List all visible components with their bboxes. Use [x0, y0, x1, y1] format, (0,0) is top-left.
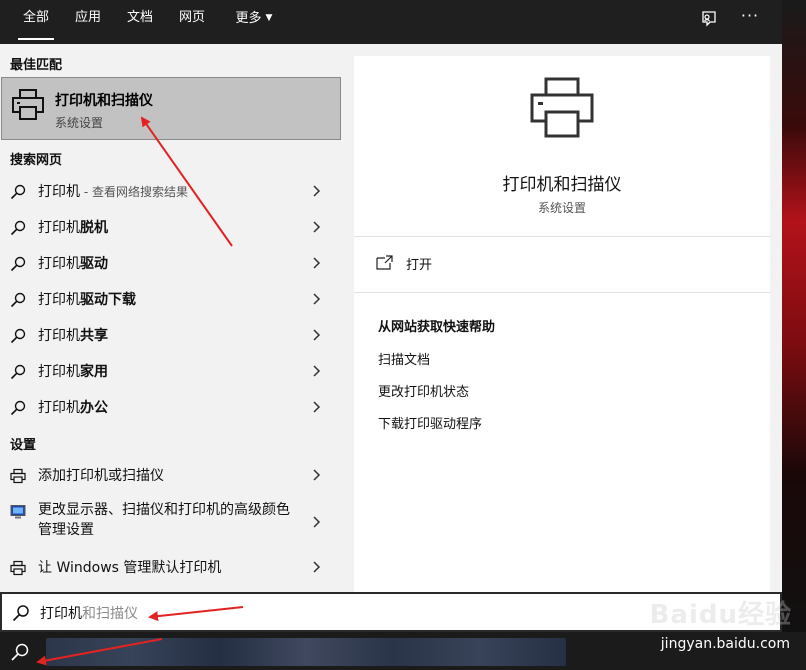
chevron-right-icon[interactable] [310, 399, 322, 415]
search-icon [12, 605, 29, 622]
web-suggestion-item[interactable]: 打印机办公 [0, 389, 342, 425]
suggestion-text: 打印机办公 [38, 400, 108, 416]
best-match-title: 打印机和扫描仪 [55, 93, 153, 109]
help-section-title: 从网站获取快速帮助 [378, 320, 496, 335]
settings-item-label: 添加打印机或扫描仪 [38, 468, 164, 484]
divider [354, 236, 770, 237]
chevron-right-icon[interactable] [310, 467, 322, 483]
search-autocomplete-ghost: 和扫描仪 [82, 606, 138, 622]
search-scope-tabs: 全部 应用 文档 网页 更多 ▼ ··· [0, 0, 782, 44]
best-match-item[interactable]: 打印机和扫描仪 系统设置 [1, 77, 341, 140]
printer-icon [10, 468, 26, 484]
search-icon [10, 184, 26, 200]
settings-item-default-printer[interactable]: 让 Windows 管理默认打印机 [0, 549, 342, 585]
preview-card: 打印机和扫描仪 系统设置 打开 从网站获取快速帮助 扫描文档 更改打印机状态 下… [354, 56, 770, 592]
best-match-subtitle: 系统设置 [55, 116, 104, 130]
preview-title: 打印机和扫描仪 [502, 175, 622, 195]
chevron-right-icon[interactable] [310, 363, 322, 379]
tab-apps[interactable]: 应用 [66, 0, 110, 44]
watermark-url: jingyan.baidu.com [660, 636, 790, 652]
search-icon[interactable] [10, 642, 30, 662]
search-typed-text: 打印机 [40, 606, 82, 622]
chevron-right-icon[interactable] [310, 255, 322, 271]
printer-icon [10, 87, 46, 123]
chevron-right-icon[interactable] [310, 327, 322, 343]
settings-item-add-printer[interactable]: 添加打印机或扫描仪 [0, 457, 342, 493]
help-link-scan-document[interactable]: 扫描文档 [378, 349, 430, 368]
chevron-right-icon[interactable] [310, 291, 322, 307]
tab-label: 应用 [74, 10, 101, 25]
monitor-icon [10, 505, 26, 519]
search-icon [10, 220, 26, 236]
chevron-right-icon[interactable] [310, 514, 322, 530]
tab-more[interactable]: 更多 ▼ [222, 0, 286, 44]
preview-subtitle: 系统设置 [537, 201, 586, 215]
suggestion-text: 打印机家用 [38, 364, 108, 380]
help-link-printer-status[interactable]: 更改打印机状态 [378, 381, 469, 400]
tab-all[interactable]: 全部 [12, 0, 60, 44]
watermark-brand: Baidu经验 [649, 600, 792, 630]
taskbar-apps-blurred [46, 638, 566, 666]
tab-web[interactable]: 网页 [170, 0, 214, 44]
settings-item-label: 更改显示器、扫描仪和打印机的高级颜色管理设置 [38, 502, 290, 538]
search-input[interactable]: 打印机和扫描仪 [40, 603, 138, 623]
suggestion-text: 打印机驱动 [38, 256, 108, 272]
section-header-settings: 设置 [10, 438, 37, 453]
tab-label: 网页 [178, 10, 205, 25]
more-options-icon[interactable]: ··· [735, 6, 765, 30]
results-list: 最佳匹配 打印机和扫描仪 系统设置 搜索网页 打印机 - 查看网络搜索结果 打印… [0, 44, 342, 592]
settings-item-color-management[interactable]: 更改显示器、扫描仪和打印机的高级颜色管理设置 [0, 494, 342, 550]
chevron-right-icon[interactable] [310, 219, 322, 235]
search-icon [10, 364, 26, 380]
chevron-right-icon[interactable] [310, 183, 322, 199]
search-icon [10, 292, 26, 308]
suggestion-text: 打印机共享 [38, 328, 108, 344]
web-suggestion-item[interactable]: 打印机共享 [0, 317, 342, 353]
divider [354, 292, 770, 293]
help-link-download-driver[interactable]: 下载打印驱动程序 [378, 413, 482, 432]
web-suggestion-item[interactable]: 打印机 - 查看网络搜索结果 [0, 173, 342, 209]
tab-documents[interactable]: 文档 [118, 0, 162, 44]
web-suggestion-item[interactable]: 打印机驱动下载 [0, 281, 342, 317]
search-icon [10, 256, 26, 272]
suggestion-text: 打印机脱机 [38, 220, 108, 236]
tab-label: 文档 [126, 10, 153, 25]
search-icon [10, 328, 26, 344]
search-icon [10, 400, 26, 416]
web-suggestion-item[interactable]: 打印机脱机 [0, 209, 342, 245]
suggestion-text: 打印机驱动下载 [38, 292, 136, 308]
printer-icon [528, 76, 596, 140]
tab-label: 全部 [22, 10, 49, 25]
chevron-down-icon: ▼ [265, 13, 273, 23]
preview-pane: 打印机和扫描仪 系统设置 打开 从网站获取快速帮助 扫描文档 更改打印机状态 下… [342, 44, 782, 592]
web-suggestion-item[interactable]: 打印机驱动 [0, 245, 342, 281]
open-external-icon [376, 255, 393, 270]
open-label: 打开 [406, 258, 433, 273]
tab-label: 更多 [235, 11, 262, 26]
printer-icon [10, 560, 26, 576]
section-header-web-search: 搜索网页 [10, 153, 63, 168]
desktop-background [782, 0, 806, 632]
chevron-right-icon[interactable] [310, 559, 322, 575]
section-header-best-match: 最佳匹配 [10, 58, 63, 73]
baidu-watermark: Baidu经验 jingyan.baidu.com [596, 592, 796, 662]
feedback-icon[interactable] [695, 8, 723, 32]
settings-item-label: 让 Windows 管理默认打印机 [38, 560, 222, 576]
web-suggestion-item[interactable]: 打印机家用 [0, 353, 342, 389]
suggestion-text: 打印机 - 查看网络搜索结果 [38, 184, 188, 200]
